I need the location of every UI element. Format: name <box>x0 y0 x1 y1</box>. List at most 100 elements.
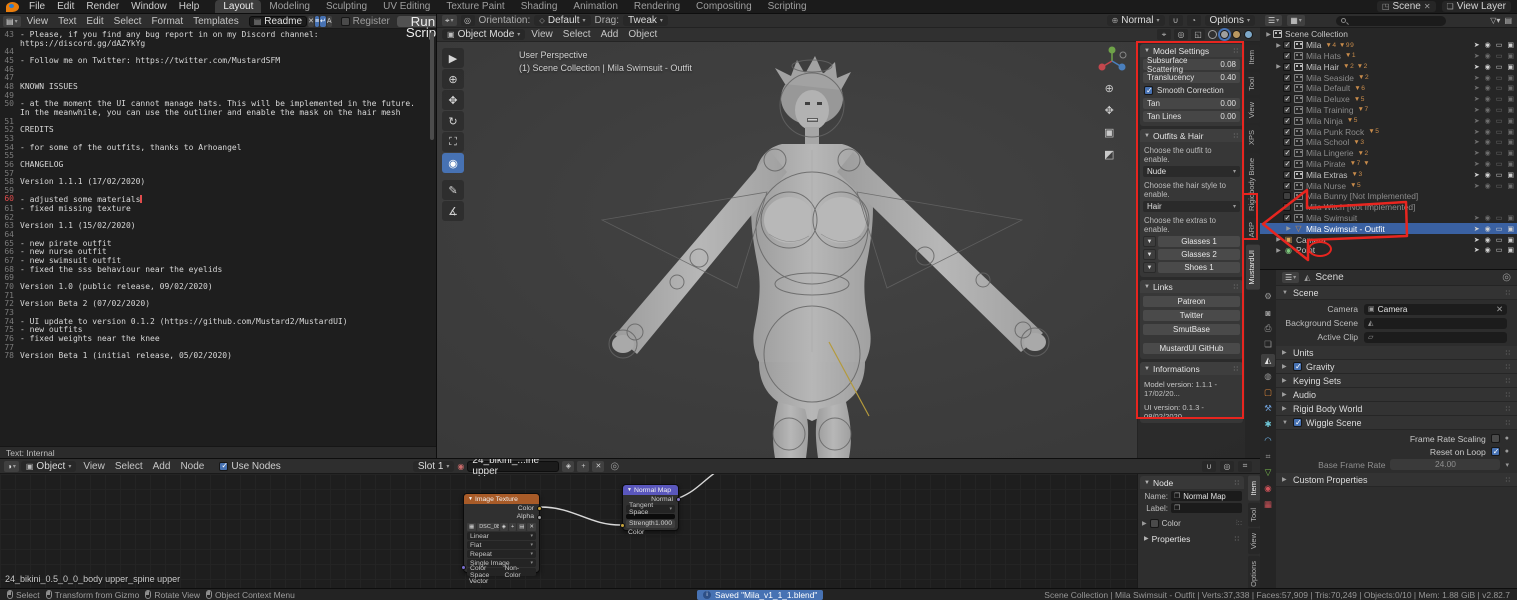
gizmo-icon[interactable]: ◎ <box>461 15 475 26</box>
modifier-properties-icon[interactable]: ⚒ <box>1261 402 1275 415</box>
show-gizmo-icon[interactable]: ⌖ <box>1157 29 1171 40</box>
register-checkbox-row[interactable]: Register <box>341 16 390 27</box>
hide-eye-icon[interactable]: ◉ <box>1485 74 1491 82</box>
hide-eye-icon[interactable]: ◉ <box>1485 95 1491 103</box>
panel-grip-icon[interactable]: ∷ <box>1234 283 1239 291</box>
snapping-icon[interactable]: ∪ <box>1202 461 1216 472</box>
text-menu-text[interactable]: Text <box>53 16 81 27</box>
slider-tan-lines[interactable]: Tan Lines0.00 <box>1143 111 1240 122</box>
open-image-icon[interactable]: ▤ <box>517 523 526 531</box>
rendered-shading-icon[interactable] <box>1244 30 1253 39</box>
panel-grip-icon[interactable]: ∷ <box>1234 132 1239 140</box>
outliner-row[interactable]: Mila Hats ▼1 ➤ ◉ ▭ ▣ <box>1260 51 1517 62</box>
render-disable-icon[interactable]: ▣ <box>1507 182 1514 190</box>
panel-grip-icon[interactable]: ∷ <box>1506 419 1511 427</box>
hide-eye-icon[interactable]: ◉ <box>1485 106 1491 114</box>
node-color-row[interactable]: ▶ Color ⫶∷ <box>1142 519 1242 528</box>
mustardui-github-button[interactable]: MustardUI GitHub <box>1143 343 1240 354</box>
selectable-toggle-icon[interactable]: ➤ <box>1474 41 1480 49</box>
viewport-disable-icon[interactable]: ▭ <box>1496 236 1503 244</box>
wiggle-scene-panel-header[interactable]: ▼ Wiggle Scene ∷ <box>1276 416 1517 430</box>
sidebar-tab-tool[interactable]: Tool <box>1246 72 1260 96</box>
outliner-row[interactable]: ▶ Mila Hair ▼2 ▼2 ➤ ◉ ▭ ▣ <box>1260 61 1517 72</box>
render-disable-icon[interactable]: ▣ <box>1507 128 1514 136</box>
base-frame-rate-slider[interactable]: 24.00 <box>1390 459 1500 470</box>
fake-user-icon[interactable]: ◈ <box>500 523 508 531</box>
selectable-toggle-icon[interactable]: ➤ <box>1474 63 1480 71</box>
viewport-disable-icon[interactable]: ▭ <box>1496 246 1503 254</box>
collection-checkbox[interactable] <box>1283 192 1291 200</box>
collection-checkbox[interactable] <box>1283 117 1291 125</box>
selectable-toggle-icon[interactable]: ➤ <box>1474 236 1480 244</box>
sidebar-tab-view[interactable]: View <box>1246 97 1260 123</box>
navigation-gizmo[interactable] <box>1097 46 1127 76</box>
workspace-tab[interactable]: Compositing <box>688 0 760 14</box>
physics-properties-icon[interactable]: ◠ <box>1261 434 1275 447</box>
mode-dropdown[interactable]: ▣Object Mode▾ <box>442 29 525 40</box>
selectable-toggle-icon[interactable]: ➤ <box>1474 106 1480 114</box>
viewport-menu-select[interactable]: Select <box>558 29 596 40</box>
smutbase-link-button[interactable]: SmutBase <box>1143 324 1240 335</box>
new-material-icon[interactable]: + <box>577 461 589 472</box>
outfits-hair-header[interactable]: ▼ Outfits & Hair ∷ <box>1140 129 1243 142</box>
blender-logo-icon[interactable] <box>6 2 19 12</box>
editor-type-dropdown[interactable]: ◑▾ <box>4 461 19 472</box>
image-texture-node-header[interactable]: ▼ Image Texture <box>464 494 539 504</box>
outliner-row[interactable]: ▶ ▣ Camera ➤ ◉ ▭ ▣ <box>1260 234 1517 245</box>
outliner-collection-dropdown[interactable]: ▦▾ <box>1287 15 1305 26</box>
image-name[interactable]: DSC_08_195_95 <box>477 523 499 531</box>
selectable-toggle-icon[interactable]: ➤ <box>1474 149 1480 157</box>
panel-gravity[interactable]: ▶ Gravity ∷ <box>1276 360 1517 374</box>
expand-arrow-icon[interactable]: ▶ <box>1274 42 1283 49</box>
filter-icon[interactable]: ▽▾ <box>1490 16 1500 25</box>
selectable-toggle-icon[interactable]: ➤ <box>1474 214 1480 222</box>
hair-dropdown[interactable]: Hair▾ <box>1143 201 1240 212</box>
panel-keying-sets[interactable]: ▶ Keying Sets ∷ <box>1276 374 1517 388</box>
viewport-disable-icon[interactable]: ▭ <box>1496 95 1503 103</box>
image-node-dropdown[interactable]: Linear▾ <box>467 532 536 540</box>
output-properties-icon[interactable]: ⎙ <box>1261 322 1275 335</box>
camera-field[interactable]: ▣ Camera ✕ <box>1364 304 1507 315</box>
viewport-disable-icon[interactable]: ▭ <box>1496 182 1503 190</box>
hide-eye-icon[interactable]: ◉ <box>1485 117 1491 125</box>
image-node-dropdown[interactable]: Repeat▾ <box>467 550 536 558</box>
collection-checkbox[interactable] <box>1283 84 1291 92</box>
node-menu-add[interactable]: Add <box>148 461 176 472</box>
overlays-icon[interactable]: ◎ <box>1220 461 1234 472</box>
viewport-disable-icon[interactable]: ▭ <box>1496 63 1503 71</box>
word-wrap-toggle-icon[interactable]: ↵ <box>320 16 326 27</box>
collection-checkbox[interactable] <box>1283 138 1291 146</box>
constraints-properties-icon[interactable]: ⌗ <box>1261 450 1275 463</box>
image-datablock-row[interactable]: ▦ DSC_08_195_95 ◈ + ▤ ✕ <box>467 522 536 531</box>
fake-user-shield-icon[interactable]: ◈ <box>562 461 574 472</box>
select-box-tool[interactable]: ▶ <box>442 48 464 68</box>
view-layer-properties-icon[interactable]: ❏ <box>1261 338 1275 351</box>
render-disable-icon[interactable]: ▣ <box>1507 106 1514 114</box>
drag-dropdown[interactable]: Tweak▾ <box>623 15 668 26</box>
solid-shading-icon[interactable] <box>1220 30 1229 39</box>
wiggle-scene-checkbox[interactable] <box>1293 418 1302 427</box>
render-disable-icon[interactable]: ▣ <box>1507 236 1514 244</box>
collection-checkbox[interactable] <box>1283 203 1291 211</box>
outliner-row[interactable]: Mila Pirate ▼7 ▼ ➤ ◉ ▭ ▣ <box>1260 159 1517 170</box>
selectable-toggle-icon[interactable]: ➤ <box>1474 246 1480 254</box>
image-texture-node[interactable]: ▼ Image Texture Color Alpha ▦ DSC_08_195… <box>463 493 540 573</box>
outliner-display-mode-dropdown[interactable]: ☰▾ <box>1265 15 1282 26</box>
selectable-toggle-icon[interactable]: ➤ <box>1474 52 1480 60</box>
twitter-link-button[interactable]: Twitter <box>1143 310 1240 321</box>
outliner-row[interactable]: ▶ Scene Collection <box>1260 29 1517 40</box>
app-menu-render[interactable]: Render <box>80 1 125 12</box>
extra-button[interactable]: Glasses 1 <box>1158 236 1240 247</box>
selectable-toggle-icon[interactable]: ➤ <box>1474 160 1480 168</box>
extra-toggle-icon[interactable]: ▼ <box>1143 249 1156 260</box>
normal-output-socket[interactable] <box>676 497 681 502</box>
render-disable-icon[interactable]: ▣ <box>1507 41 1514 49</box>
animate-dot-icon[interactable]: ● <box>1505 435 1509 442</box>
snap-magnet-icon[interactable]: ∪ <box>1169 15 1183 26</box>
new-image-icon[interactable]: + <box>509 523 516 531</box>
app-menu-edit[interactable]: Edit <box>51 1 80 12</box>
panel-grip-icon[interactable]: ∷ <box>1506 391 1511 399</box>
hide-eye-icon[interactable]: ◉ <box>1485 171 1491 179</box>
expand-arrow-icon[interactable]: ▶ <box>1284 225 1293 232</box>
viewport-disable-icon[interactable]: ▭ <box>1496 52 1503 60</box>
